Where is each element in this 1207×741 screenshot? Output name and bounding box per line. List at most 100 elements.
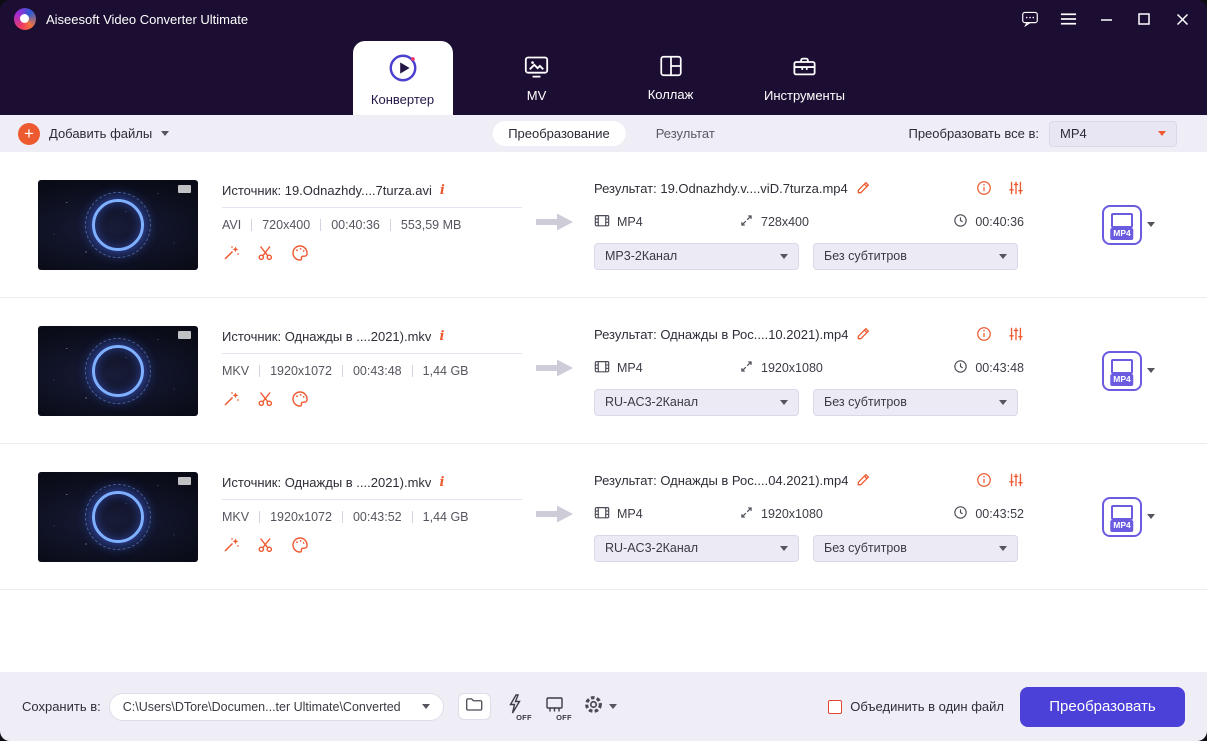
tab-tools[interactable]: Инструменты xyxy=(755,38,855,115)
output-format-button[interactable]: MP4 xyxy=(1102,204,1155,245)
mp4-badge-icon[interactable]: MP4 xyxy=(1102,350,1142,391)
audio-track-select[interactable]: RU-AC3-2Канал xyxy=(594,534,799,562)
source-column: Источник: Однажды в ....2021).mkv i MKV … xyxy=(222,329,522,413)
mp4-badge-icon[interactable]: MP4 xyxy=(1102,204,1142,245)
merge-checkbox[interactable] xyxy=(828,699,843,714)
maximize-icon[interactable] xyxy=(1135,10,1153,28)
add-files-button[interactable]: + Добавить файлы xyxy=(18,122,170,145)
app-title: Aiseesoft Video Converter Ultimate xyxy=(46,11,249,27)
chevron-down-icon xyxy=(1158,131,1166,136)
source-info-icon[interactable]: i xyxy=(440,183,445,198)
audio-track-select[interactable]: MP3-2Канал xyxy=(594,242,799,270)
feedback-chat-icon[interactable] xyxy=(1021,10,1039,28)
palette-icon[interactable] xyxy=(291,244,309,267)
file-row[interactable]: Источник: Однажды в ....2021).mkv i MKV … xyxy=(0,298,1207,444)
convert-all-select[interactable]: MP4 xyxy=(1049,120,1177,147)
source-format: AVI xyxy=(222,217,242,232)
rename-pencil-icon[interactable] xyxy=(856,326,871,344)
chevron-down-icon xyxy=(608,704,617,709)
cut-scissors-icon[interactable] xyxy=(257,536,274,558)
open-folder-button[interactable] xyxy=(457,693,491,720)
tab-mv[interactable]: MV xyxy=(487,38,587,115)
equalizer-icon[interactable] xyxy=(1008,180,1024,199)
source-info-icon[interactable]: i xyxy=(439,329,444,344)
cut-scissors-icon[interactable] xyxy=(257,244,274,266)
output-resolution: 1920x1080 xyxy=(761,360,823,375)
chevron-down-icon xyxy=(1147,368,1155,373)
plus-icon[interactable]: + xyxy=(18,122,40,145)
equalizer-icon[interactable] xyxy=(1008,326,1024,345)
mp4-badge-icon[interactable]: MP4 xyxy=(1102,496,1142,537)
file-row[interactable]: Источник: 19.Odnazhdy....7turza.avi i AV… xyxy=(0,152,1207,298)
video-thumbnail[interactable] xyxy=(38,179,198,270)
subtitle-select[interactable]: Без субтитров xyxy=(813,388,1018,416)
info-circle-icon[interactable] xyxy=(976,326,992,345)
convert-all-value: MP4 xyxy=(1060,126,1087,141)
menu-icon[interactable] xyxy=(1059,10,1077,28)
output-format: MP4 xyxy=(617,214,643,229)
source-format: MKV xyxy=(222,363,250,378)
edit-effects-icon[interactable] xyxy=(222,244,240,267)
subtitle-value: Без субтитров xyxy=(824,249,907,263)
rename-pencil-icon[interactable] xyxy=(856,180,871,198)
palette-icon[interactable] xyxy=(291,536,309,559)
source-resolution: 1920x1072 xyxy=(270,509,332,524)
chevron-down-icon xyxy=(421,704,430,709)
divider xyxy=(251,218,253,231)
output-format-button[interactable]: MP4 xyxy=(1102,496,1155,537)
merge-label: Объединить в один файл xyxy=(850,699,1004,714)
source-filename: Источник: Однажды в ....2021).mkv xyxy=(222,474,432,490)
divider xyxy=(222,206,522,208)
view-tab-result[interactable]: Результат xyxy=(656,126,715,141)
divider xyxy=(341,510,343,523)
add-files-label: Добавить файлы xyxy=(49,126,153,141)
source-format: MKV xyxy=(222,509,250,524)
subtitle-select[interactable]: Без субтитров xyxy=(813,242,1018,270)
divider xyxy=(259,510,261,523)
audio-track-value: MP3-2Канал xyxy=(605,249,678,263)
tab-label: Конвертер xyxy=(370,91,435,107)
divider xyxy=(389,218,391,231)
video-thumbnail[interactable] xyxy=(38,471,198,562)
save-to-label: Сохранить в: xyxy=(22,699,101,714)
subtitle-select[interactable]: Без субтитров xyxy=(813,534,1018,562)
tab-converter[interactable]: Конвертер xyxy=(352,41,453,115)
file-row[interactable]: Источник: Однажды в ....2021).mkv i MKV … xyxy=(0,444,1207,590)
clock-icon xyxy=(953,359,968,377)
hw-acceleration-toggle[interactable]: OFF xyxy=(499,691,532,723)
divider xyxy=(411,364,413,377)
convert-button[interactable]: Преобразовать xyxy=(1020,686,1185,727)
gpu-acceleration-toggle[interactable]: OFF xyxy=(539,691,572,723)
footer-bar: Сохранить в: C:\Users\DTore\Documen...te… xyxy=(0,672,1207,741)
content-area: Источник: 19.Odnazhdy....7turza.avi i AV… xyxy=(0,152,1207,672)
settings-button[interactable] xyxy=(583,694,617,720)
audio-track-select[interactable]: RU-AC3-2Канал xyxy=(594,388,799,416)
edit-effects-icon[interactable] xyxy=(222,536,240,559)
output-duration: 00:43:52 xyxy=(975,506,1024,521)
audio-track-value: RU-AC3-2Канал xyxy=(605,395,699,409)
source-info-icon[interactable]: i xyxy=(439,475,444,490)
info-circle-icon[interactable] xyxy=(976,180,992,199)
gear-icon xyxy=(583,694,604,720)
rename-pencil-icon[interactable] xyxy=(856,472,871,490)
output-format-button[interactable]: MP4 xyxy=(1102,350,1155,391)
divider xyxy=(341,364,343,377)
equalizer-icon[interactable] xyxy=(1008,472,1024,491)
cut-scissors-icon[interactable] xyxy=(257,390,274,412)
arrow-icon xyxy=(536,211,574,238)
video-thumbnail[interactable] xyxy=(38,325,198,416)
edit-effects-icon[interactable] xyxy=(222,390,240,413)
palette-icon[interactable] xyxy=(291,390,309,413)
arrow-icon xyxy=(536,503,574,530)
minimize-icon[interactable] xyxy=(1097,10,1115,28)
close-icon[interactable] xyxy=(1173,10,1191,28)
info-circle-icon[interactable] xyxy=(976,472,992,491)
source-size: 1,44 GB xyxy=(422,363,469,378)
save-path-select[interactable]: C:\Users\DTore\Documen...ter Ultimate\Co… xyxy=(108,692,444,721)
subtitle-value: Без субтитров xyxy=(824,541,907,555)
tab-label: Коллаж xyxy=(647,87,694,102)
tab-collage[interactable]: Коллаж xyxy=(621,38,721,115)
app-window: Aiseesoft Video Converter Ultimate Конве… xyxy=(0,0,1207,741)
file-list: Источник: 19.Odnazhdy....7turza.avi i AV… xyxy=(0,152,1207,590)
view-tab-conversion[interactable]: Преобразование xyxy=(492,121,626,146)
